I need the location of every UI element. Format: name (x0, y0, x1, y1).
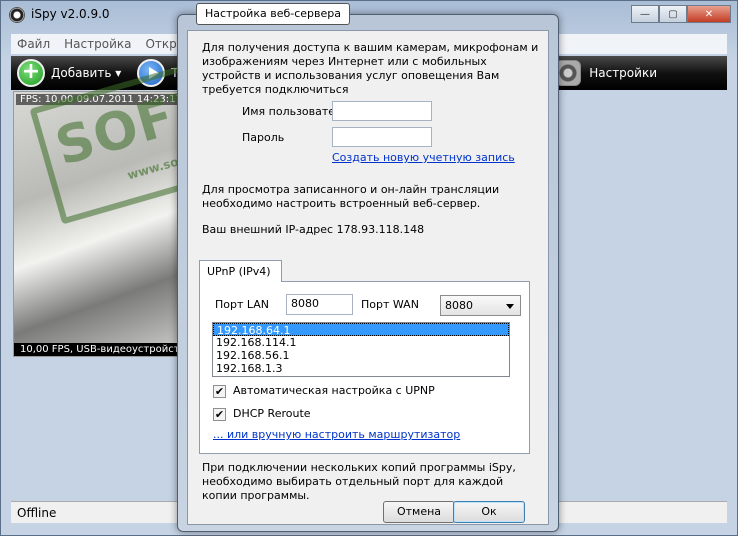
external-ip-text: Ваш внешний IP-адрес 178.93.118.148 (202, 223, 425, 236)
upnp-tab-panel: Порт LAN 8080 Порт WAN 8080 192.168.64.1… (199, 281, 530, 454)
menu-settings[interactable]: Настройка (64, 37, 131, 51)
ispy-app-icon (9, 7, 25, 23)
username-field[interactable] (332, 101, 432, 121)
server-info-text: Для просмотра записанного и он-лайн тран… (202, 183, 500, 210)
dialog-title: Настройка веб-сервера (196, 3, 350, 25)
list-item[interactable]: 192.168.114.1 (213, 336, 509, 349)
cancel-button[interactable]: Отмена (383, 501, 455, 523)
tab-upnp-ipv4[interactable]: UPnP (IPv4) (199, 260, 282, 282)
minimize-button[interactable]: — (631, 5, 659, 23)
auto-upnp-label: Автоматическая настройка с UPNP (233, 384, 435, 397)
multi-instance-note: При подключении нескольких копий програм… (202, 461, 516, 502)
lan-port-field[interactable]: 8080 (286, 294, 353, 315)
intro-text: Для получения доступа к вашим камерам, м… (202, 41, 539, 96)
dhcp-reroute-checkbox[interactable]: ✔ (213, 408, 226, 421)
settings-button[interactable]: Настройки (555, 60, 657, 86)
close-button[interactable]: ✕ (687, 5, 731, 23)
window-controls: — ▢ ✕ (631, 5, 731, 23)
password-field[interactable] (332, 127, 432, 147)
manual-router-link[interactable]: ... или вручную настроить маршрутизатор (213, 428, 460, 441)
wan-port-select[interactable]: 8080 (440, 295, 521, 316)
menu-file[interactable]: Файл (17, 37, 50, 51)
wan-port-value: 8080 (445, 299, 473, 312)
ip-address-list[interactable]: 192.168.64.1 192.168.114.1 192.168.56.1 … (212, 322, 510, 377)
camera-device-overlay: 10,00 FPS, USB-видеоустройство (14, 343, 178, 356)
add-button-label: Добавить ▾ (51, 66, 122, 80)
maximize-button[interactable]: ▢ (659, 5, 687, 23)
chevron-down-icon (506, 304, 514, 309)
list-item[interactable]: 192.168.64.1 (213, 323, 509, 337)
lan-port-label: Порт LAN (215, 298, 270, 311)
webserver-settings-dialog: Настройка веб-сервера Для получения дост… (177, 3, 559, 532)
list-item[interactable]: 192.168.1.3 (213, 362, 509, 375)
wan-port-label: Порт WAN (361, 298, 419, 311)
add-button[interactable]: + Добавить ▾ (17, 59, 121, 87)
create-account-link[interactable]: Создать новую учетную запись (332, 151, 515, 164)
add-icon: + (17, 59, 45, 87)
list-item[interactable]: 192.168.56.1 (213, 349, 509, 362)
window-title: iSpy v2.0.9.0 (31, 7, 110, 21)
auto-upnp-checkbox[interactable]: ✔ (213, 385, 226, 398)
dhcp-reroute-label: DHCP Reroute (233, 407, 311, 420)
settings-button-label: Настройки (589, 66, 657, 80)
password-label: Пароль (242, 131, 285, 144)
dialog-body: Для получения доступа к вашим камерам, м… (187, 30, 549, 525)
ok-button[interactable]: Ок (453, 501, 525, 523)
gear-icon (555, 60, 582, 86)
